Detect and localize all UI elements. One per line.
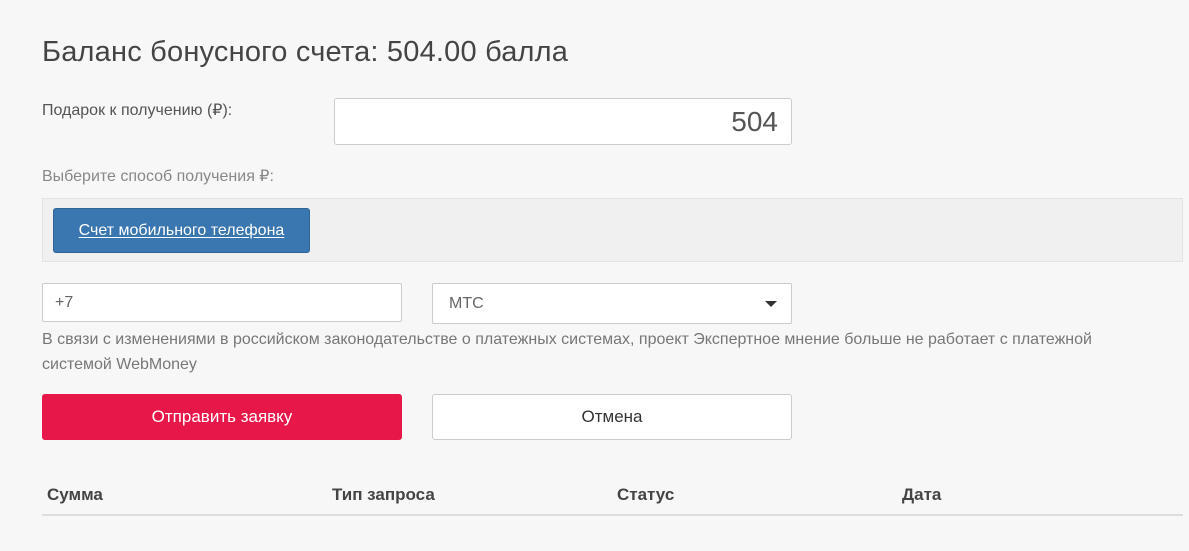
column-header-request-type: Тип запроса [332, 485, 435, 504]
column-header-date: Дата [902, 485, 942, 504]
balance-title: Баланс бонусного счета: 504.00 балла [42, 36, 569, 68]
webmoney-notice: В связи с изменениями в российском закон… [42, 331, 1092, 373]
method-panel: Счет мобильного телефона [42, 198, 1183, 262]
bonus-withdrawal-page: Баланс бонусного счета: 504.00 балла Под… [0, 0, 1189, 551]
operator-selected-value: МТС [449, 294, 484, 312]
operator-select[interactable]: МТС [432, 283, 792, 324]
requests-table-header: Сумма Тип запроса Статус Дата [42, 476, 1183, 516]
caret-down-icon [765, 301, 777, 307]
gift-amount-input[interactable] [334, 98, 792, 145]
column-header-amount: Сумма [47, 485, 103, 504]
method-label: Выберите способ получения ₽: [42, 168, 274, 185]
cancel-button[interactable]: Отмена [432, 394, 792, 440]
column-header-status: Статус [617, 485, 675, 504]
gift-amount-label: Подарок к получению (₽): [42, 102, 233, 119]
phone-input[interactable] [42, 283, 402, 322]
submit-request-button[interactable]: Отправить заявку [42, 394, 402, 440]
mobile-account-method-button[interactable]: Счет мобильного телефона [53, 208, 310, 253]
